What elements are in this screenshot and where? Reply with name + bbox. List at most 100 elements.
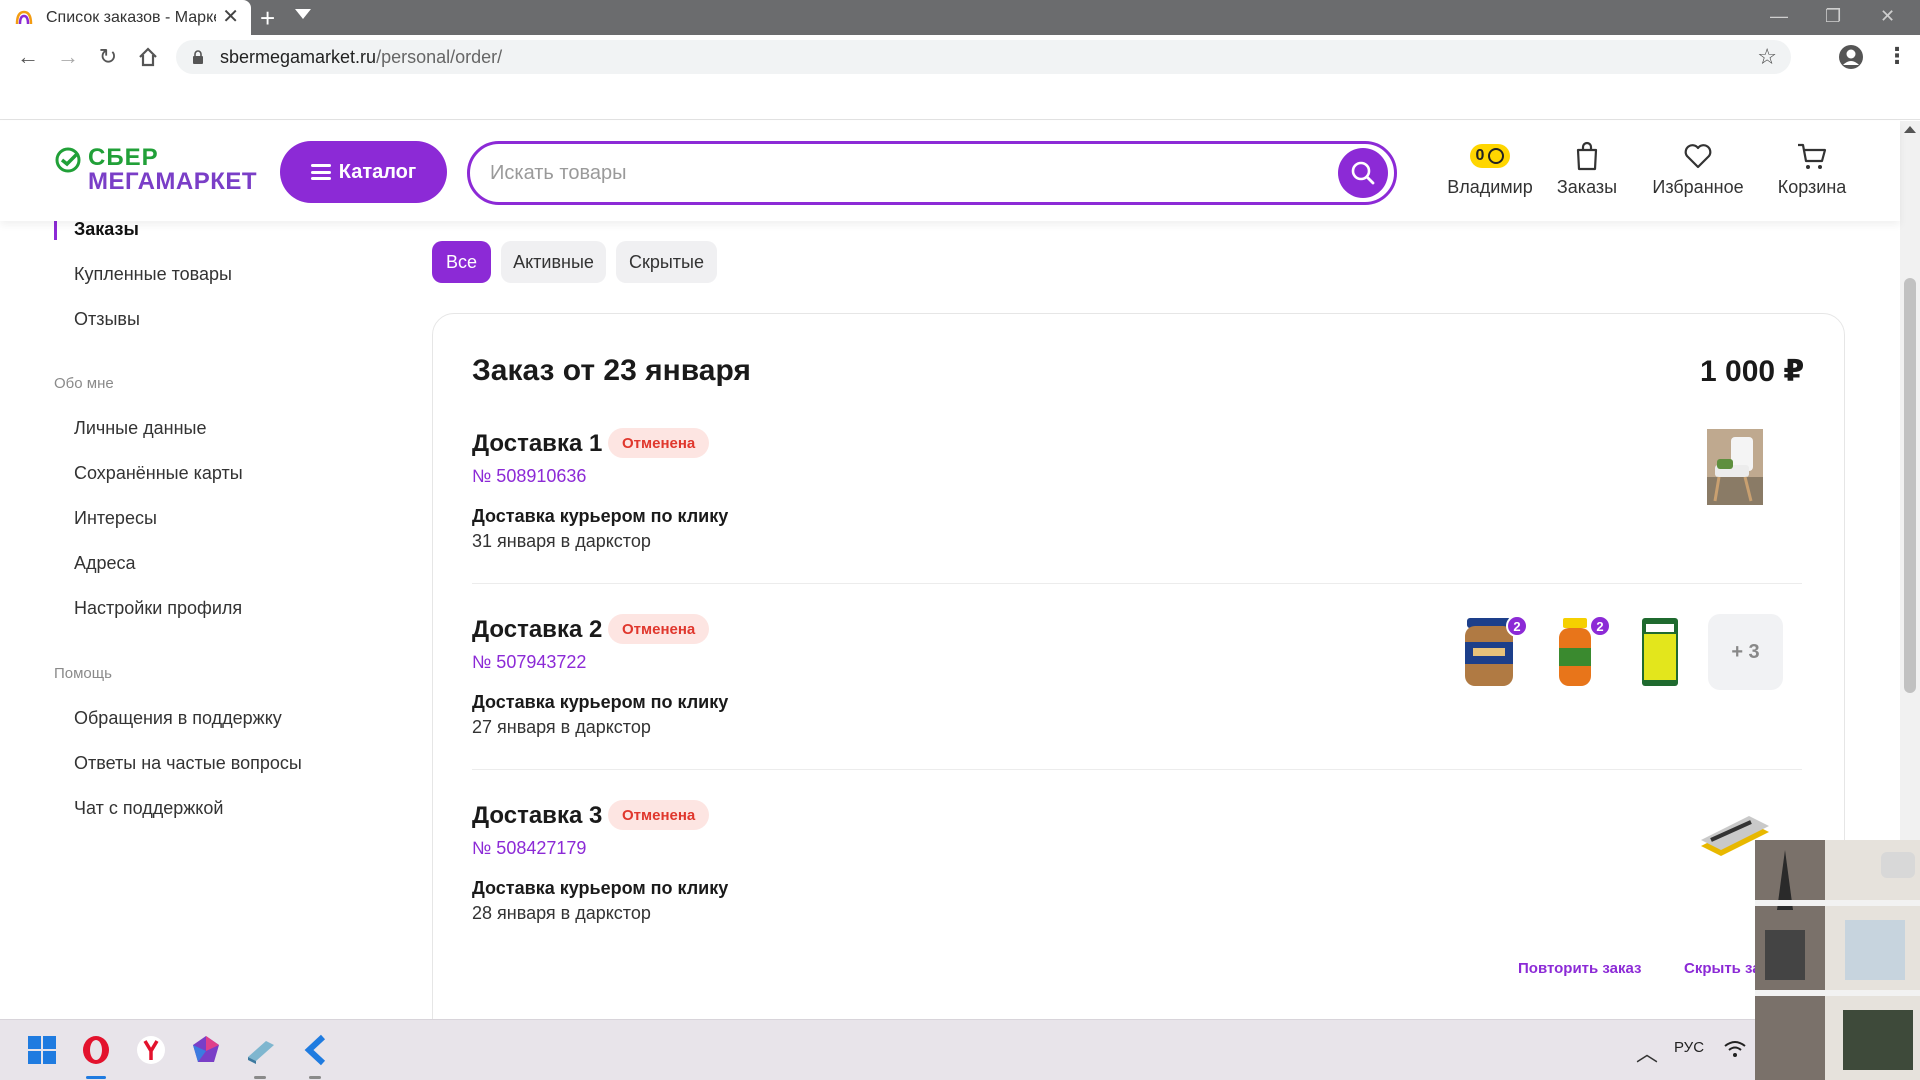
page-scrollbar-thumb[interactable]	[1904, 278, 1916, 693]
sber-check-logo-icon	[55, 147, 81, 173]
profile-label: Владимир	[1447, 177, 1533, 197]
heart-icon	[1684, 144, 1712, 169]
url-host: sbermegamarket.ru	[220, 46, 377, 67]
header-favorites[interactable]: Избранное	[1650, 139, 1746, 198]
delivery-3-status-badge: Отменена	[608, 800, 710, 830]
catalog-button[interactable]: Каталог	[280, 141, 447, 203]
delivery-divider	[472, 583, 1802, 584]
opera-running-indicator	[86, 1076, 106, 1079]
sidebar-item-saved-cards[interactable]: Сохранённые карты	[74, 463, 243, 484]
bag-icon	[1576, 141, 1598, 171]
running-indicator	[254, 1076, 266, 1079]
delivery-1-number-link[interactable]: № 508910636	[472, 466, 586, 487]
sidebar-item-interests[interactable]: Интересы	[74, 508, 157, 529]
home-icon[interactable]	[134, 43, 162, 71]
running-indicator	[309, 1076, 321, 1079]
search-input[interactable]	[490, 158, 1290, 188]
bonus-value: 0	[1475, 147, 1485, 164]
bonus-coin-icon	[1488, 148, 1505, 164]
webcam-overlay	[1755, 840, 1920, 1080]
windows-taskbar: ︿ РУС	[0, 1019, 1920, 1080]
product-thumb-chair[interactable]	[1707, 429, 1763, 505]
delivery-2-method: Доставка курьером по клику	[472, 692, 729, 712]
order-total: 1 000 ₽	[1700, 355, 1805, 388]
sidebar-section-help: Помощь	[54, 665, 112, 682]
header-cart[interactable]: Корзина	[1774, 139, 1850, 198]
sbermegamarket-favicon	[15, 10, 33, 24]
url-text: sbermegamarket.ru/personal/order/	[220, 47, 502, 68]
delivery-2-title: Доставка 2	[472, 616, 603, 643]
lock-icon	[193, 50, 203, 64]
tab-close-icon[interactable]: ✕	[222, 7, 239, 27]
tray-overflow-chevron-icon[interactable]: ︿	[1636, 1036, 1658, 1068]
browser-toolbar: ← → ↻ sbermegamarket.ru/personal/order/ …	[0, 35, 1920, 80]
input-language-indicator[interactable]: РУС	[1674, 1039, 1704, 1056]
windows-start-icon[interactable]	[25, 1033, 59, 1067]
opera-browser-icon[interactable]	[79, 1033, 113, 1067]
logo-line2: МЕГАМАРКЕТ	[88, 168, 258, 195]
bonus-badge: 0	[1469, 144, 1511, 168]
sidebar-item-support-requests[interactable]: Обращения в поддержку	[74, 708, 282, 729]
product-thumb-sponges[interactable]	[1632, 614, 1688, 690]
header-orders[interactable]: Заказы	[1553, 139, 1621, 198]
sidebar-item-personal-data[interactable]: Личные данные	[74, 418, 206, 439]
wifi-icon[interactable]	[1724, 1040, 1746, 1058]
sidebar-item-faq[interactable]: Ответы на частые вопросы	[74, 753, 302, 774]
forward-arrow-icon[interactable]: →	[54, 43, 82, 71]
more-products-tile[interactable]: + 3	[1708, 614, 1783, 690]
browser-tab-strip: Список заказов - Марке ✕ + — ❐ ✕	[0, 0, 1920, 35]
delivery-3-date: 28 января в даркстор	[472, 903, 651, 923]
header-profile[interactable]: 0 Владимир	[1435, 139, 1545, 198]
back-arrow-icon[interactable]: ←	[14, 43, 42, 71]
delivery-1-status-badge: Отменена	[608, 428, 710, 458]
document-app-icon[interactable]	[244, 1033, 278, 1067]
sidebar-item-profile-settings[interactable]: Настройки профиля	[74, 598, 242, 619]
scroll-up-arrow-icon[interactable]	[1904, 126, 1916, 133]
delivery-2-status-badge: Отменена	[608, 614, 710, 644]
repeat-order-link[interactable]: Повторить заказ	[1518, 960, 1642, 977]
delivery-1-method: Доставка курьером по клику	[472, 506, 729, 526]
search-button[interactable]	[1338, 148, 1388, 198]
restore-icon[interactable]: ❐	[1825, 6, 1841, 27]
browser-profile-icon[interactable]	[1838, 44, 1864, 70]
order-title: Заказ от 23 января	[472, 354, 751, 387]
sidebar-active-indicator	[54, 218, 57, 240]
sidebar-item-purchased[interactable]: Купленные товары	[74, 264, 232, 285]
url-path: /personal/order/	[376, 46, 503, 67]
chevron-app-icon[interactable]	[299, 1033, 333, 1067]
sidebar-item-reviews[interactable]: Отзывы	[74, 309, 140, 330]
sidebar-item-addresses[interactable]: Адреса	[74, 553, 136, 574]
cart-icon	[1798, 143, 1827, 169]
sbermegamarket-logo[interactable]: СБЕР МЕГАМАРКЕТ	[54, 146, 260, 196]
delivery-1-title: Доставка 1	[472, 430, 603, 457]
browser-tab[interactable]: Список заказов - Марке ✕	[0, 0, 251, 35]
tab-search-chevron-icon[interactable]	[295, 9, 311, 19]
search-icon	[1351, 161, 1375, 185]
sidebar-item-support-chat[interactable]: Чат с поддержкой	[74, 798, 223, 819]
filter-active[interactable]: Активные	[501, 241, 606, 283]
new-tab-plus-icon[interactable]: +	[260, 4, 275, 32]
sidebar-section-about: Обо мне	[54, 375, 114, 392]
yandex-browser-icon[interactable]	[134, 1033, 168, 1067]
orders-label: Заказы	[1556, 177, 1618, 197]
menu-burger-icon	[310, 164, 331, 180]
delivery-3-title: Доставка 3	[472, 802, 603, 829]
close-window-icon[interactable]: ✕	[1880, 6, 1895, 27]
gem-app-icon[interactable]	[189, 1033, 223, 1067]
delivery-1-date: 31 января в даркстор	[472, 531, 651, 551]
sidebar-item-orders[interactable]: Заказы	[74, 219, 139, 240]
minimize-icon[interactable]: —	[1770, 6, 1788, 27]
reload-icon[interactable]: ↻	[94, 43, 122, 71]
delivery-3-number-link[interactable]: № 508427179	[472, 838, 586, 859]
filter-hidden[interactable]: Скрытые	[616, 241, 717, 283]
logo-text: СБЕР МЕГАМАРКЕТ	[88, 146, 257, 194]
delivery-3-method: Доставка курьером по клику	[472, 878, 729, 898]
bookmark-star-icon[interactable]: ☆	[1757, 44, 1777, 70]
delivery-2-number-link[interactable]: № 507943722	[472, 652, 586, 673]
browser-menu-icon[interactable]: ⋮	[1886, 43, 1908, 69]
filter-all[interactable]: Все	[432, 241, 491, 283]
site-header: СБЕР МЕГАМАРКЕТ Каталог 0 Владимир Заказ…	[0, 121, 1900, 221]
address-bar[interactable]: sbermegamarket.ru/personal/order/ ☆	[176, 40, 1791, 74]
tab-title: Список заказов - Марке	[46, 8, 216, 26]
favorites-label: Избранное	[1652, 177, 1744, 197]
